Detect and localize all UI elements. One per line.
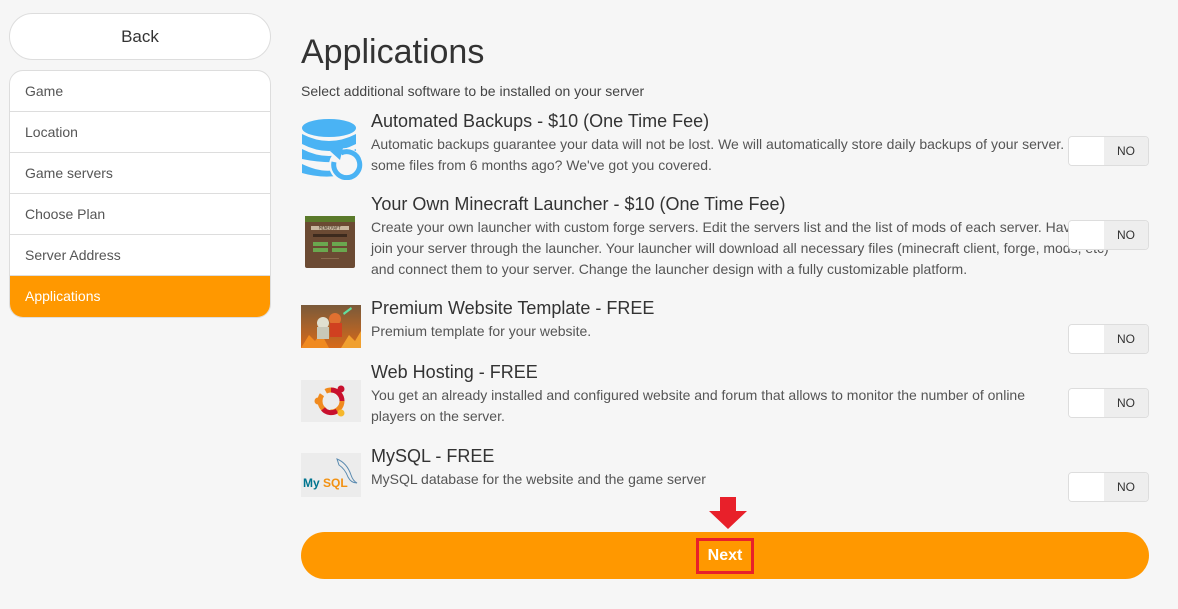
toggle-label: NO: [1104, 473, 1148, 501]
page-subtitle: Select additional software to be install…: [301, 83, 645, 99]
step-location[interactable]: Location: [10, 112, 270, 153]
app-title: Automated Backups - $10 (One Time Fee): [371, 111, 710, 131]
app-description: Create your own launcher with custom for…: [371, 219, 1128, 277]
app-item-minecraft-launcher: MINECRAFT Your Own Minecraft Launcher - …: [301, 193, 1149, 288]
toggle-label: NO: [1104, 325, 1148, 353]
minecraft-launcher-toggle[interactable]: NO: [1068, 220, 1149, 250]
page-title: Applications: [301, 33, 485, 71]
app-title: Web Hosting - FREE: [371, 362, 538, 382]
sidebar: Back Game Location Game servers Choose P…: [9, 13, 271, 318]
mysql-icon: My SQL: [301, 453, 361, 497]
toggle-label: NO: [1104, 137, 1148, 165]
wizard-steps: Game Location Game servers Choose Plan S…: [9, 70, 271, 318]
toggle-label: NO: [1104, 221, 1148, 249]
app-description: You get an already installed and configu…: [371, 387, 1026, 424]
svg-text:SQL: SQL: [323, 476, 348, 490]
app-title: MySQL - FREE: [371, 446, 495, 466]
toggle-knob: [1069, 389, 1104, 417]
next-button[interactable]: Next: [301, 532, 1149, 579]
database-backup-icon: [301, 118, 363, 182]
app-item-premium-website-template: Premium Website Template - FREE Premium …: [301, 297, 1149, 362]
toggle-knob: [1069, 137, 1104, 165]
app-description: Automatic backups guarantee your data wi…: [371, 136, 1102, 173]
app-title: Your Own Minecraft Launcher - $10 (One T…: [371, 194, 786, 214]
app-title: Premium Website Template - FREE: [371, 298, 655, 318]
website-template-icon: [301, 305, 361, 348]
toggle-knob: [1069, 325, 1104, 353]
toggle-label: NO: [1104, 389, 1148, 417]
automated-backups-toggle[interactable]: NO: [1068, 136, 1149, 166]
app-item-web-hosting: Web Hosting - FREE You get an already in…: [301, 361, 1149, 436]
minecraft-logo-text: MINECRAFT: [319, 226, 341, 231]
app-description: Premium template for your website.: [371, 323, 592, 339]
arrow-down-icon: [709, 497, 747, 529]
app-item-automated-backups: Automated Backups - $10 (One Time Fee) A…: [301, 110, 1149, 185]
app-item-mysql: My SQL MySQL - FREE MySQL database for t…: [301, 445, 1149, 505]
mysql-toggle[interactable]: NO: [1068, 472, 1149, 502]
main-content: Applications Select additional software …: [301, 30, 1149, 99]
toggle-knob: [1069, 221, 1104, 249]
minecraft-launcher-icon: MINECRAFT: [305, 216, 355, 268]
step-game[interactable]: Game: [10, 71, 270, 112]
step-server-address[interactable]: Server Address: [10, 235, 270, 276]
toggle-knob: [1069, 473, 1104, 501]
next-button-wrap: Next: [301, 532, 1149, 579]
next-button-label: Next: [695, 538, 755, 574]
step-choose-plan[interactable]: Choose Plan: [10, 194, 270, 235]
web-hosting-toggle[interactable]: NO: [1068, 388, 1149, 418]
back-button[interactable]: Back: [9, 13, 271, 60]
svg-text:My: My: [303, 476, 320, 490]
step-game-servers[interactable]: Game servers: [10, 153, 270, 194]
ubuntu-icon: [301, 380, 361, 422]
step-applications[interactable]: Applications: [10, 276, 270, 317]
premium-website-template-toggle[interactable]: NO: [1068, 324, 1149, 354]
app-description: MySQL database for the website and the g…: [371, 471, 706, 487]
